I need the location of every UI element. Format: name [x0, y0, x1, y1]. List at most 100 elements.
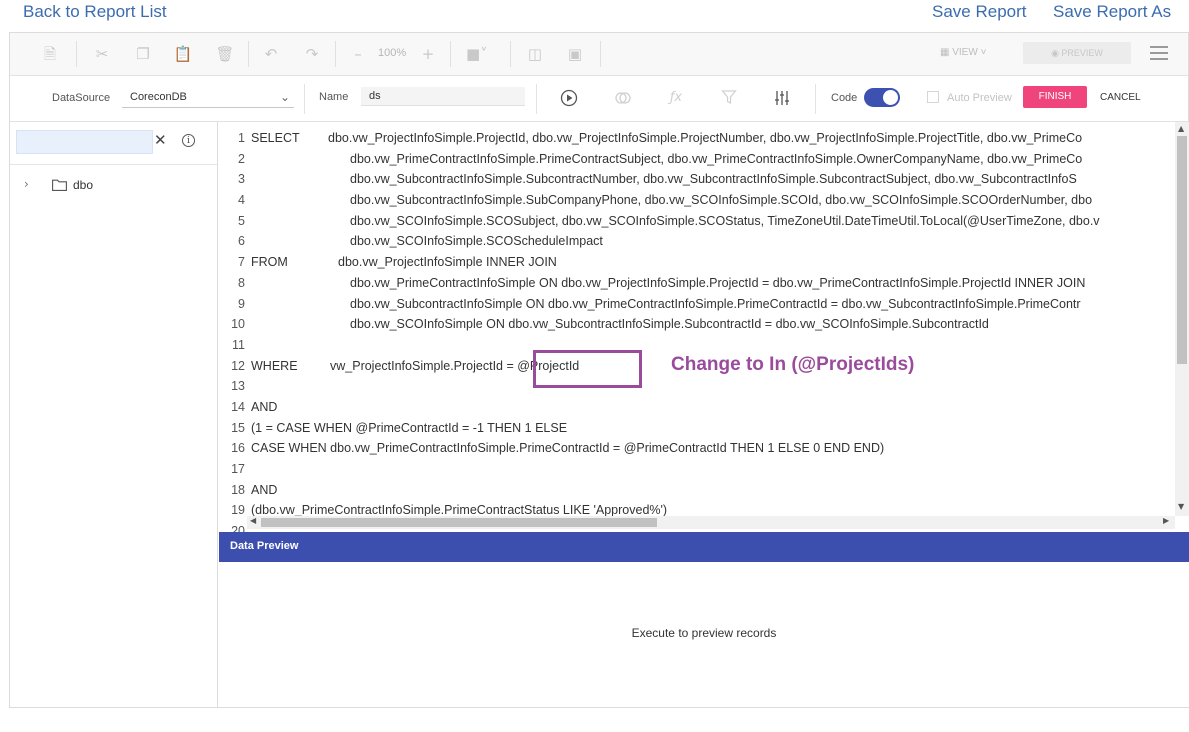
line-number: 11	[232, 337, 245, 352]
line-number: 16	[231, 441, 245, 456]
code-keyword: WHERE	[251, 358, 298, 373]
parameters-icon[interactable]	[773, 89, 791, 107]
code-toggle[interactable]	[864, 88, 900, 107]
shape-icon[interactable]: ■˅	[466, 44, 488, 64]
code-line: FROM dbo.vw_ProjectInfoSimple INNER JOIN	[251, 252, 1171, 273]
code-keyword: AND	[251, 482, 278, 497]
delete-icon[interactable]: 🗑	[215, 44, 235, 64]
toolbar-divider	[450, 41, 451, 67]
code-keyword: SELECT	[251, 131, 300, 145]
line-number: 15	[231, 420, 245, 435]
finish-button[interactable]: FINISH	[1023, 86, 1087, 108]
line-number: 14	[231, 399, 245, 414]
function-icon[interactable]: ƒx	[667, 89, 685, 107]
redo-icon[interactable]: ↷	[302, 44, 322, 64]
toolbar-divider	[76, 41, 77, 67]
info-icon[interactable]: i	[182, 134, 195, 147]
code-line: dbo.vw_SCOInfoSimple.SCOSubject, dbo.vw_…	[251, 211, 1171, 232]
code-text: dbo.vw_SCOInfoSimple ON dbo.vw_Subcontra…	[350, 317, 989, 332]
paste-icon[interactable]: 📋	[173, 44, 193, 64]
group-icon[interactable]: ▣	[565, 44, 585, 64]
query-toolbar: DataSource CoreconDB ⌄ Name ƒx Code Auto…	[10, 76, 1188, 122]
toolbar-divider	[815, 84, 816, 114]
name-label: Name	[319, 91, 349, 103]
tree-item-dbo[interactable]: › dbo	[10, 174, 217, 196]
chevron-right-icon[interactable]: ›	[24, 177, 29, 191]
save-report-link[interactable]: Save Report	[932, 2, 1027, 22]
auto-preview-label: Auto Preview	[947, 92, 1012, 104]
annotation-highlight-box	[533, 350, 642, 388]
line-number: 2	[238, 151, 245, 166]
preview-button[interactable]: ◉ PREVIEW	[1023, 42, 1131, 64]
horizontal-scroll-thumb[interactable]	[261, 518, 657, 527]
zoom-out-icon[interactable]: –	[348, 44, 368, 64]
schema-search-input[interactable]	[16, 130, 153, 154]
tree-item-label: dbo	[73, 178, 94, 192]
code-line: SELECT dbo.vw_ProjectInfoSimple.ProjectId…	[251, 128, 1171, 149]
clear-icon[interactable]: ✕	[154, 131, 167, 149]
code-keyword: CASE WHEN dbo.vw_PrimeContractInfoSimple…	[251, 441, 885, 456]
code-label: Code	[831, 92, 858, 104]
eye-icon: ◉	[1051, 48, 1062, 58]
undo-icon[interactable]: ↶	[261, 44, 281, 64]
scroll-down-icon[interactable]: ▼	[1178, 502, 1184, 511]
line-number: 9	[238, 296, 245, 311]
save-report-as-link[interactable]: Save Report As	[1053, 2, 1171, 22]
toolbar-divider	[600, 41, 601, 67]
code-line: dbo.vw_SCOInfoSimple ON dbo.vw_Subcontra…	[251, 314, 1171, 335]
line-number: 8	[238, 275, 245, 290]
toolbar-divider	[536, 84, 537, 114]
preview-label: PREVIEW	[1061, 48, 1103, 58]
code-keyword: FROM	[251, 255, 288, 270]
datasource-label: DataSource	[52, 92, 111, 104]
line-number: 20	[231, 524, 245, 532]
sql-code[interactable]: SELECT dbo.vw_ProjectInfoSimple.ProjectId…	[251, 128, 1171, 532]
new-file-icon[interactable]: 🗎	[40, 44, 60, 64]
line-number: 19	[231, 503, 245, 518]
auto-preview-checkbox[interactable]	[927, 91, 939, 103]
cut-icon[interactable]: ✂	[92, 44, 112, 64]
cancel-button[interactable]: CANCEL	[1100, 92, 1141, 103]
scroll-right-icon[interactable]: ▶	[1163, 516, 1169, 525]
line-number: 6	[238, 234, 245, 249]
vertical-scroll-thumb[interactable]	[1177, 136, 1187, 364]
code-text: dbo.vw_SubcontractInfoSimple.SubCompanyP…	[350, 193, 1093, 208]
empty-preview-message: Execute to preview records	[631, 626, 777, 640]
back-to-report-list-link[interactable]: Back to Report List	[23, 2, 167, 22]
view-icon: ▦	[940, 47, 953, 58]
zoom-in-icon[interactable]: +	[418, 44, 438, 64]
toolbar-divider	[335, 41, 336, 67]
code-line: dbo.vw_SCOInfoSimple.SCOScheduleImpact	[251, 231, 1171, 252]
schema-panel: ✕ i › dbo	[10, 122, 218, 707]
scroll-left-icon[interactable]: ◀	[250, 516, 256, 525]
view-dropdown[interactable]: ▦ VIEW ˅	[940, 47, 986, 58]
sql-code-editor[interactable]: 1 2 3 4 5 6 7 8 9 10 11 12 13 14 15 16 17 18 19 20 SELECT db…	[219, 122, 1189, 532]
scroll-up-icon[interactable]: ▲	[1178, 124, 1184, 133]
code-line: (1 = CASE WHEN @PrimeContractId = -1 THE…	[251, 418, 1171, 439]
horizontal-scrollbar[interactable]: ◀ ▶	[247, 516, 1175, 529]
zoom-level: 100%	[378, 47, 407, 59]
run-icon[interactable]	[560, 89, 578, 107]
code-line: dbo.vw_SubcontractInfoSimple.Subcontract…	[251, 169, 1171, 190]
menu-icon[interactable]	[1150, 46, 1168, 60]
code-text: dbo.vw_SubcontractInfoSimple ON dbo.vw_P…	[350, 296, 1081, 311]
query-name-input[interactable]	[361, 87, 525, 106]
vertical-scrollbar[interactable]: ▲ ▼	[1175, 122, 1189, 516]
code-line: dbo.vw_PrimeContractInfoSimple.PrimeCont…	[251, 149, 1171, 170]
join-icon[interactable]	[614, 89, 632, 107]
code-text: dbo.vw_PrimeContractInfoSimple ON dbo.vw…	[350, 275, 1086, 290]
filter-icon[interactable]	[720, 89, 738, 107]
toggle-knob	[883, 90, 898, 105]
toolbar-divider	[248, 41, 249, 67]
line-number: 4	[238, 193, 245, 208]
datasource-select[interactable]: CoreconDB ⌄	[122, 86, 294, 108]
align-icon[interactable]: ◫	[525, 44, 545, 64]
line-number-gutter: 1 2 3 4 5 6 7 8 9 10 11 12 13 14 15 16 17 18 19 20	[219, 128, 245, 532]
datasource-value: CoreconDB	[130, 91, 187, 103]
code-line: dbo.vw_SubcontractInfoSimple.SubCompanyP…	[251, 190, 1171, 211]
copy-icon[interactable]: ❐	[133, 44, 153, 64]
data-preview-header: Data Preview	[219, 532, 1189, 562]
line-number: 3	[238, 172, 245, 187]
